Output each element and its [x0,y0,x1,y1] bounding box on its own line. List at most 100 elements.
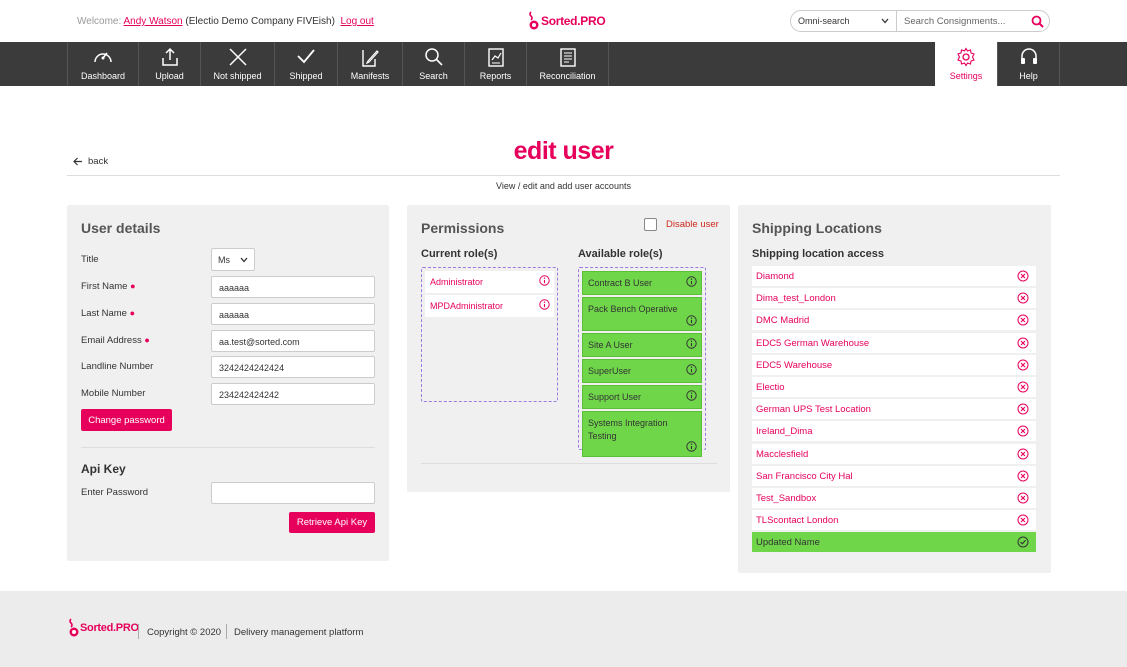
location-item-selected[interactable]: Updated Name [752,532,1036,552]
location-item[interactable]: Macclesfield [752,443,1036,464]
headset-icon [1020,48,1037,64]
location-label: Test_Sandbox [756,493,817,504]
role-item[interactable]: Administrator [425,271,554,293]
landline-field[interactable]: 3242424242424 [211,356,375,378]
upload-icon [161,47,178,66]
nav-shipped[interactable]: Shipped [274,42,337,86]
role-item[interactable]: Pack Bench Operative [582,297,702,331]
info-icon[interactable] [539,275,550,286]
role-label: Contract B User [588,278,653,288]
location-item[interactable]: San Francisco City Hal [752,465,1036,486]
shipping-locations-heading: Shipping Locations [752,220,882,236]
location-item[interactable]: TLScontact London [752,510,1036,531]
nav-label: Reconciliation [539,71,596,81]
current-roles-list[interactable]: Administrator MPDAdministrator [421,267,558,402]
title-select[interactable]: Ms [211,248,255,271]
remove-circle-icon[interactable] [1017,359,1029,371]
footer-separator [226,624,227,639]
omni-search-select[interactable]: Omni-search [791,11,897,31]
change-password-button[interactable]: Change password [81,409,172,431]
nav-reports[interactable]: Reports [464,42,526,86]
search-consignments-input[interactable]: Search Consignments... [897,11,1025,31]
location-item[interactable]: Test_Sandbox [752,488,1036,508]
role-item[interactable]: Site A User [582,333,702,357]
role-item[interactable]: Support User [582,385,702,409]
email-field[interactable]: aa.test@sorted.com [211,330,375,352]
mobile-field[interactable]: 234242424242 [211,383,375,405]
remove-circle-icon[interactable] [1017,448,1029,460]
remove-circle-icon[interactable] [1017,381,1029,393]
info-icon[interactable] [686,364,697,375]
check-circle-icon[interactable] [1017,536,1029,548]
location-item[interactable]: Ireland_Dima [752,421,1036,442]
nav-dashboard[interactable]: Dashboard [67,42,138,86]
logo-icon [69,618,79,637]
nav-search[interactable]: Search [402,42,464,86]
page-subtitle: View / edit and add user accounts [496,181,631,191]
location-label: Updated Name [756,537,820,548]
location-item[interactable]: Diamond [752,266,1036,286]
available-roles-list[interactable]: Contract B User Pack Bench Operative Sit… [578,267,706,457]
info-icon[interactable] [686,441,697,452]
remove-circle-icon[interactable] [1017,403,1029,415]
remove-circle-icon[interactable] [1017,270,1029,282]
api-password-field[interactable] [211,482,375,504]
chevron-down-icon [881,18,889,24]
footer: Sorted.PRO Copyright © 2020 Delivery man… [0,591,1127,667]
user-details-heading: User details [81,220,161,236]
disable-user-control[interactable]: Disable user [644,218,719,231]
nav-settings[interactable]: Settings [935,42,997,86]
retrieve-api-key-button[interactable]: Retrieve Api Key [289,512,375,533]
remove-circle-icon[interactable] [1017,470,1029,482]
info-icon[interactable] [686,390,697,401]
role-item[interactable]: SuperUser [582,359,702,383]
logout-link[interactable]: Log out [340,16,373,27]
nav-upload[interactable]: Upload [138,42,200,86]
info-icon[interactable] [686,315,697,326]
info-icon[interactable] [686,338,697,349]
remove-circle-icon[interactable] [1017,314,1029,326]
nav-label: Manifests [350,71,390,81]
remove-circle-icon[interactable] [1017,337,1029,349]
manifest-icon [362,50,379,67]
role-label: Administrator [430,277,484,287]
search-submit-button[interactable] [1025,11,1049,31]
role-item[interactable]: MPDAdministrator [425,295,554,317]
info-icon[interactable] [539,299,550,310]
remove-circle-icon[interactable] [1017,514,1029,526]
nav-label: Help [1019,71,1038,81]
reports-icon [487,48,504,67]
sorted-logo[interactable]: Sorted.PRO [528,11,606,31]
remove-circle-icon[interactable] [1017,292,1029,304]
location-item[interactable]: EDC5 German Warehouse [752,332,1036,353]
footer-logo[interactable]: Sorted.PRO [68,618,139,638]
location-item[interactable]: DMC Madrid [752,310,1036,331]
last-name-field[interactable]: aaaaaa [211,303,375,325]
remove-circle-icon[interactable] [1017,492,1029,504]
disable-user-checkbox[interactable] [644,218,657,231]
reconciliation-icon [559,48,576,67]
nav-help[interactable]: Help [997,42,1059,86]
location-label: German UPS Test Location [756,404,871,416]
section-divider [81,447,375,448]
first-name-field[interactable]: aaaaaa [211,276,375,298]
location-item[interactable]: German UPS Test Location [752,399,1036,420]
location-item[interactable]: EDC5 Warehouse [752,354,1036,375]
header-divider [67,175,1060,176]
info-icon[interactable] [686,276,697,287]
role-item[interactable]: Systems Integration Testing [582,411,702,457]
copyright-text: Copyright © 2020 [147,627,222,638]
nav-reconciliation[interactable]: Reconciliation [526,42,608,86]
role-label: Site A User [588,340,633,350]
footer-logo-text: Sorted.PRO [80,622,139,634]
location-item[interactable]: Dima_test_London [752,288,1036,309]
user-name-link[interactable]: Andy Watson [124,16,183,27]
nav-label: Upload [155,71,184,81]
location-item[interactable]: Electio [752,377,1036,397]
remove-circle-icon[interactable] [1017,425,1029,437]
mobile-label: Mobile Number [81,388,146,399]
location-label: Ireland_Dima [756,426,813,438]
nav-not-shipped[interactable]: Not shipped [200,42,274,86]
nav-manifests[interactable]: Manifests [337,42,402,86]
role-item[interactable]: Contract B User [582,271,702,295]
